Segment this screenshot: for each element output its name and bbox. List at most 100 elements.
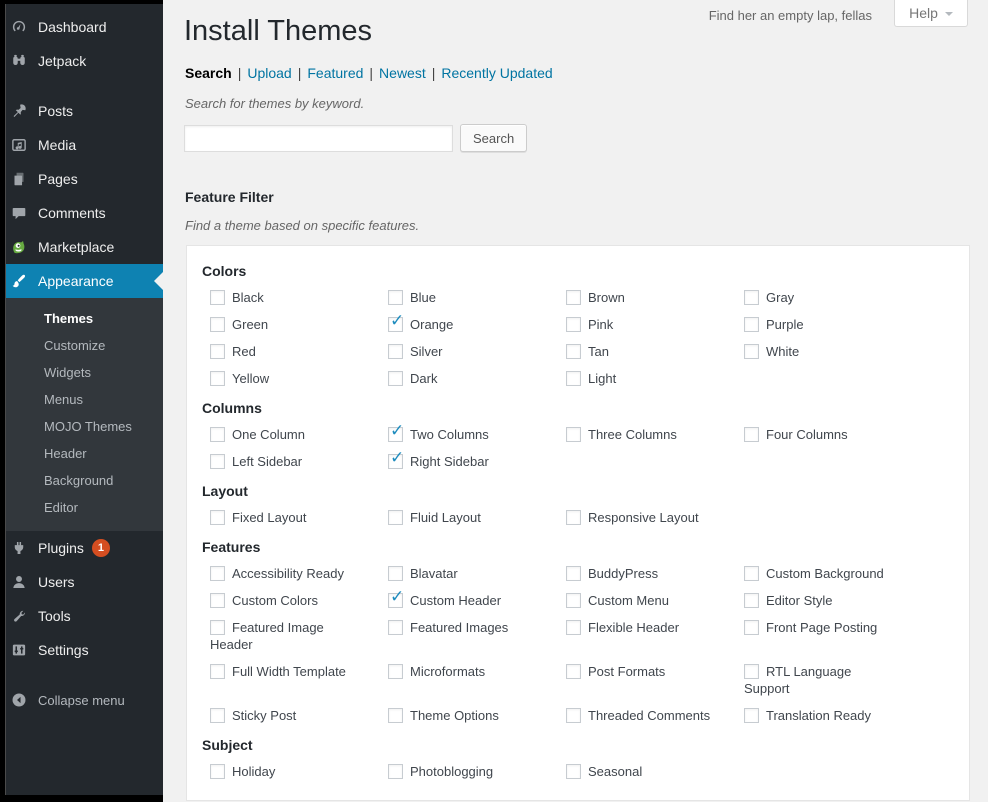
checkbox-icon[interactable]: [566, 317, 581, 332]
sidebar-subitem-editor[interactable]: Editor: [0, 494, 163, 521]
checkbox-icon[interactable]: [210, 427, 225, 442]
filter-option-blue[interactable]: Blue: [380, 289, 558, 306]
sidebar-subitem-customize[interactable]: Customize: [0, 332, 163, 359]
filter-option-brown[interactable]: Brown: [558, 289, 736, 306]
checkbox-icon[interactable]: [744, 566, 759, 581]
checkbox-icon[interactable]: [744, 593, 759, 608]
checkbox-checked-icon[interactable]: [388, 427, 403, 442]
filter-option-custom-menu[interactable]: Custom Menu: [558, 592, 736, 609]
sidebar-item-pages[interactable]: Pages: [0, 162, 163, 196]
sidebar-subitem-background[interactable]: Background: [0, 467, 163, 494]
search-button[interactable]: Search: [460, 124, 527, 152]
checkbox-icon[interactable]: [566, 593, 581, 608]
checkbox-icon[interactable]: [744, 620, 759, 635]
checkbox-icon[interactable]: [210, 764, 225, 779]
checkbox-icon[interactable]: [388, 566, 403, 581]
checkbox-icon[interactable]: [566, 371, 581, 386]
filter-option-photoblogging[interactable]: Photoblogging: [380, 763, 558, 780]
sidebar-subitem-header[interactable]: Header: [0, 440, 163, 467]
checkbox-icon[interactable]: [210, 510, 225, 525]
filter-option-silver[interactable]: Silver: [380, 343, 558, 360]
filter-option-pink[interactable]: Pink: [558, 316, 736, 333]
sidebar-item-tools[interactable]: Tools: [0, 599, 163, 633]
filter-option-rtl-language-support[interactable]: RTL Language Support: [736, 663, 914, 697]
filter-option-fixed-layout[interactable]: Fixed Layout: [202, 509, 380, 526]
filter-option-blavatar[interactable]: Blavatar: [380, 565, 558, 582]
sidebar-item-plugins[interactable]: Plugins 1: [0, 531, 163, 565]
filter-option-gray[interactable]: Gray: [736, 289, 914, 306]
checkbox-icon[interactable]: [566, 566, 581, 581]
filter-option-accessibility-ready[interactable]: Accessibility Ready: [202, 565, 380, 582]
checkbox-icon[interactable]: [744, 317, 759, 332]
filter-option-full-width-template[interactable]: Full Width Template: [202, 663, 380, 697]
checkbox-icon[interactable]: [210, 566, 225, 581]
filter-option-green[interactable]: Green: [202, 316, 380, 333]
filter-option-right-sidebar[interactable]: Right Sidebar: [380, 453, 558, 470]
checkbox-icon[interactable]: [566, 708, 581, 723]
checkbox-icon[interactable]: [210, 664, 225, 679]
checkbox-icon[interactable]: [566, 290, 581, 305]
sidebar-item-comments[interactable]: Comments: [0, 196, 163, 230]
filter-option-flexible-header[interactable]: Flexible Header: [558, 619, 736, 653]
tab-upload[interactable]: Upload: [247, 65, 291, 81]
sidebar-subitem-mojo-themes[interactable]: MOJO Themes: [0, 413, 163, 440]
sidebar-subitem-widgets[interactable]: Widgets: [0, 359, 163, 386]
checkbox-icon[interactable]: [566, 510, 581, 525]
filter-option-one-column[interactable]: One Column: [202, 426, 380, 443]
filter-option-four-columns[interactable]: Four Columns: [736, 426, 914, 443]
filter-option-featured-images[interactable]: Featured Images: [380, 619, 558, 653]
filter-option-sticky-post[interactable]: Sticky Post: [202, 707, 380, 724]
sidebar-item-settings[interactable]: Settings: [0, 633, 163, 667]
help-button[interactable]: Help: [894, 0, 968, 27]
filter-option-buddypress[interactable]: BuddyPress: [558, 565, 736, 582]
sidebar-subitem-themes[interactable]: Themes: [0, 305, 163, 332]
checkbox-icon[interactable]: [388, 708, 403, 723]
checkbox-icon[interactable]: [388, 510, 403, 525]
checkbox-icon[interactable]: [566, 620, 581, 635]
filter-option-holiday[interactable]: Holiday: [202, 763, 380, 780]
checkbox-icon[interactable]: [388, 371, 403, 386]
checkbox-icon[interactable]: [388, 664, 403, 679]
checkbox-icon[interactable]: [210, 344, 225, 359]
checkbox-icon[interactable]: [210, 371, 225, 386]
filter-option-fluid-layout[interactable]: Fluid Layout: [380, 509, 558, 526]
filter-option-theme-options[interactable]: Theme Options: [380, 707, 558, 724]
filter-option-threaded-comments[interactable]: Threaded Comments: [558, 707, 736, 724]
checkbox-icon[interactable]: [744, 708, 759, 723]
filter-option-red[interactable]: Red: [202, 343, 380, 360]
filter-option-black[interactable]: Black: [202, 289, 380, 306]
checkbox-checked-icon[interactable]: [388, 317, 403, 332]
filter-option-editor-style[interactable]: Editor Style: [736, 592, 914, 609]
theme-search-input[interactable]: [184, 125, 453, 152]
sidebar-subitem-menus[interactable]: Menus: [0, 386, 163, 413]
tab-recently-updated[interactable]: Recently Updated: [441, 65, 552, 81]
checkbox-icon[interactable]: [388, 290, 403, 305]
filter-option-post-formats[interactable]: Post Formats: [558, 663, 736, 697]
sidebar-item-dashboard[interactable]: Dashboard: [0, 10, 163, 44]
checkbox-icon[interactable]: [744, 290, 759, 305]
sidebar-item-posts[interactable]: Posts: [0, 94, 163, 128]
filter-option-dark[interactable]: Dark: [380, 370, 558, 387]
filter-option-yellow[interactable]: Yellow: [202, 370, 380, 387]
sidebar-item-collapse-menu[interactable]: Collapse menu: [0, 683, 163, 717]
sidebar-item-appearance[interactable]: Appearance: [0, 264, 163, 298]
tab-search[interactable]: Search: [185, 65, 232, 81]
checkbox-icon[interactable]: [566, 764, 581, 779]
sidebar-item-media[interactable]: Media: [0, 128, 163, 162]
filter-option-tan[interactable]: Tan: [558, 343, 736, 360]
checkbox-icon[interactable]: [388, 620, 403, 635]
filter-option-seasonal[interactable]: Seasonal: [558, 763, 736, 780]
checkbox-icon[interactable]: [210, 620, 225, 635]
checkbox-icon[interactable]: [210, 708, 225, 723]
filter-option-responsive-layout[interactable]: Responsive Layout: [558, 509, 736, 526]
filter-option-translation-ready[interactable]: Translation Ready: [736, 707, 914, 724]
sidebar-item-marketplace[interactable]: Marketplace: [0, 230, 163, 264]
filter-option-featured-image-header[interactable]: Featured Image Header: [202, 619, 380, 653]
checkbox-checked-icon[interactable]: [388, 593, 403, 608]
filter-option-custom-header[interactable]: Custom Header: [380, 592, 558, 609]
checkbox-icon[interactable]: [388, 764, 403, 779]
checkbox-icon[interactable]: [210, 454, 225, 469]
filter-option-light[interactable]: Light: [558, 370, 736, 387]
filter-option-left-sidebar[interactable]: Left Sidebar: [202, 453, 380, 470]
filter-option-front-page-posting[interactable]: Front Page Posting: [736, 619, 914, 653]
